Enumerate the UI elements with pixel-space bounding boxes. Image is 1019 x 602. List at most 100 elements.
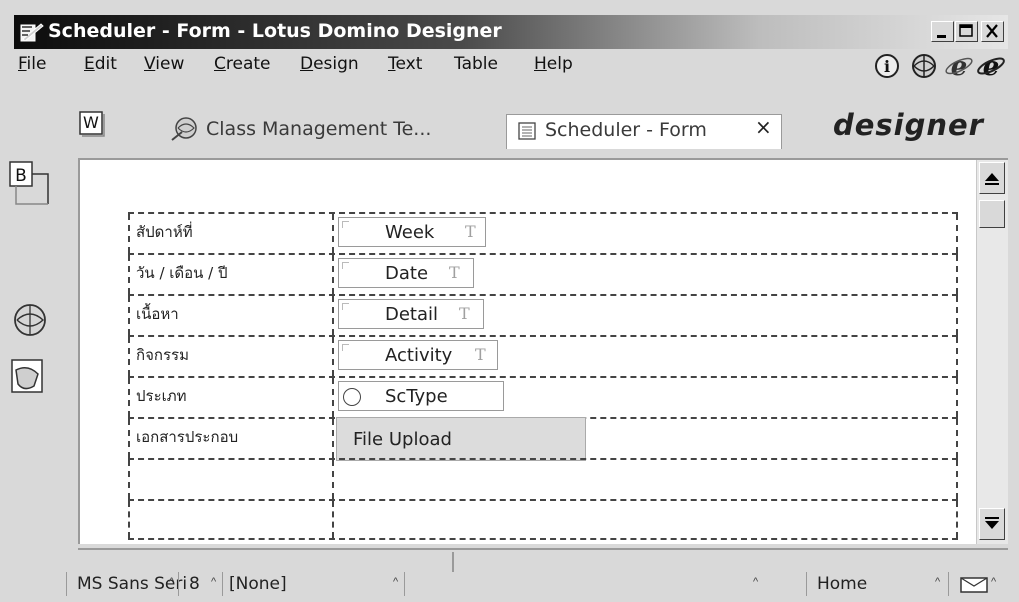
window-tabs: W Class Management Te... Scheduler - For… [14,88,1008,150]
field-cell: ScType [334,378,958,417]
inbox-status-box[interactable]: ^ [948,572,999,596]
menu-create[interactable]: Create [214,54,271,74]
file-upload-label: File Upload [353,429,452,450]
radio-button-icon [343,388,361,406]
application-window: Scheduler - Form - Lotus Domino Designer… [0,0,1019,602]
style-status-box[interactable]: [None] ^ [222,572,403,596]
text-type-icon: T [449,263,460,282]
menu-table[interactable]: Table [454,54,498,74]
field-cell: Week T [334,214,958,253]
table-row: กิจกรรม Activity T [128,335,958,376]
window-title: Scheduler - Form - Lotus Domino Designer [48,20,502,42]
field-name: Week [385,222,435,243]
close-tab-icon[interactable]: × [755,115,772,139]
database-icon [170,114,200,149]
field-name: ScType [385,386,448,407]
replicator-bookmark-icon[interactable] [8,356,52,398]
form-design-pane[interactable]: สัปดาห์ที่ Week T วัน / เดือน / ปี Date [78,158,1008,544]
label-cell: วัน / เดือน / ปี [128,255,334,294]
label-cell: เนื้อหา [128,296,334,335]
field-corner-mark [342,221,349,228]
designer-brand-logo: designer [832,108,984,142]
label-cell [128,501,334,538]
status-dropdown-icon: ^ [753,576,759,588]
bookmark-b-icon[interactable]: B [8,160,52,205]
week-field[interactable]: Week T [338,217,486,247]
maximize-button[interactable] [955,21,978,42]
label-cell: กิจกรรม [128,337,334,376]
form-icon [517,121,537,146]
workspace-tab-label: W [83,113,99,132]
tab-label: Scheduler - Form [545,119,707,141]
field-cell: Date T [334,255,958,294]
inbox-dropdown-icon: ^ [991,576,997,588]
tab-label: Class Management Te... [206,118,432,140]
font-status-box[interactable]: MS Sans Seri ^ [66,572,187,596]
field-cell [334,501,958,538]
field-label: วัน / เดือน / ปี [136,264,228,282]
field-corner-mark [342,344,349,351]
sctype-radio-field[interactable]: ScType [338,381,504,411]
menu-help[interactable]: Help [534,54,573,74]
field-name: Detail [385,304,439,325]
paragraph-style: [None] [229,574,287,594]
font-size: 8 [189,574,200,594]
internet-explorer-icon[interactable]: e [944,52,976,82]
field-label: เนื้อหา [136,305,179,323]
menu-text[interactable]: Text [388,54,422,74]
scroll-thumb[interactable] [979,200,1005,228]
bookmark-b-label: B [15,166,27,186]
activity-field[interactable]: Activity T [338,340,498,370]
scroll-up-button[interactable] [979,162,1005,194]
location-dropdown-icon: ^ [935,576,941,588]
status-divider-line [78,548,1008,550]
location-status-box[interactable]: Home ^ [806,572,947,596]
menu-edit[interactable]: Edit [84,54,117,74]
location-name: Home [817,574,868,594]
label-cell: ประเภท [128,378,334,417]
info-icon[interactable]: i [872,52,904,80]
blank-status-box[interactable]: ^ [404,572,765,596]
detail-field[interactable]: Detail T [338,299,484,329]
tab-class-management[interactable]: Class Management Te... [170,114,490,148]
text-type-icon: T [459,304,470,323]
label-cell: สัปดาห์ที่ [128,214,334,253]
workspace-tab-icon[interactable]: W [78,110,106,138]
table-row [128,458,958,499]
minimize-button[interactable] [931,21,954,42]
field-label: เอกสารประกอบ [136,428,239,446]
domino-globe-icon[interactable] [908,52,940,80]
menu-file[interactable]: File [18,54,46,74]
menu-bar: File Edit View Create Design Text Table … [14,52,1008,82]
table-row: เนื้อหา Detail T [128,294,958,335]
inbox-icon [959,574,995,599]
field-cell: File Upload [334,417,958,461]
table-row [128,499,958,540]
size-status-box[interactable]: 8 ^ [178,572,221,596]
internet-explorer-icon-2[interactable]: e [976,52,1008,82]
field-label: ประเภท [136,387,187,405]
field-cell: Detail T [334,296,958,335]
style-dropdown-icon: ^ [393,576,399,588]
field-name: Activity [385,345,453,366]
text-type-icon: T [475,345,486,364]
domino-bookmark-icon[interactable] [8,300,52,342]
svg-text:e: e [951,52,968,80]
menu-design[interactable]: Design [300,54,359,74]
date-field[interactable]: Date T [338,258,474,288]
close-window-button[interactable] [981,21,1004,42]
vertical-scrollbar[interactable] [976,160,1008,544]
menu-view[interactable]: View [144,54,184,74]
label-cell [128,460,334,499]
table-row: เอกสารประกอบ File Upload [128,417,958,461]
status-divider [452,552,454,572]
tab-scheduler-form[interactable]: Scheduler - Form × [506,114,782,149]
scroll-down-button[interactable] [979,508,1005,540]
status-bar: MS Sans Seri ^ 8 ^ [None] ^ ^ Home ^ ^ [14,548,1008,596]
file-upload-control[interactable]: File Upload [336,417,586,461]
table-row: วัน / เดือน / ปี Date T [128,253,958,294]
title-bar[interactable]: Scheduler - Form - Lotus Domino Designer [14,15,1008,49]
field-corner-mark [342,303,349,310]
field-label: สัปดาห์ที่ [136,223,193,241]
font-dropdown-icon: ^ [169,576,175,588]
